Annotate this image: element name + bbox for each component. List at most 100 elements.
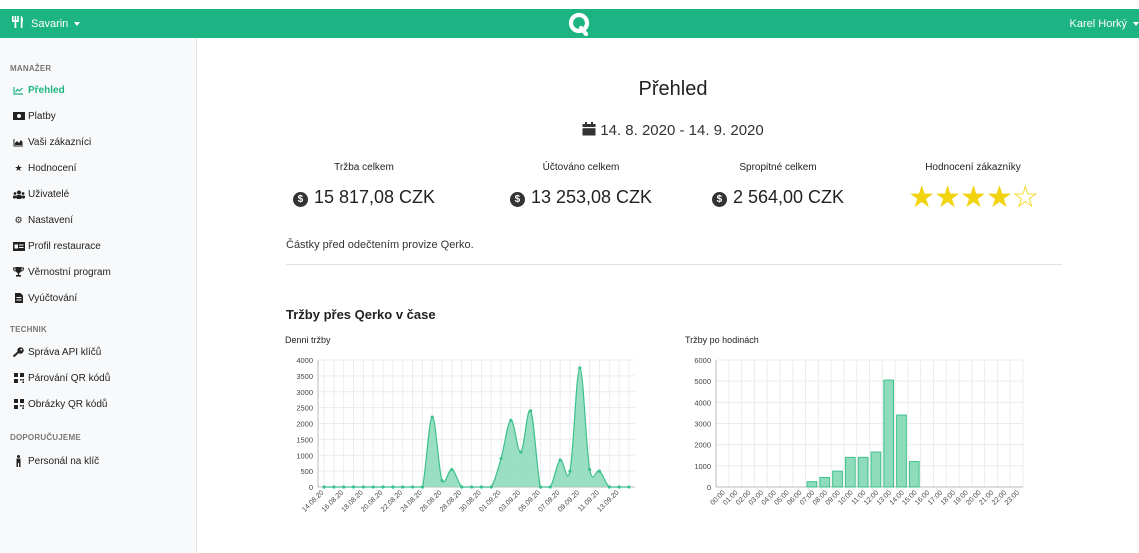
trophy-icon	[12, 267, 25, 277]
y-tick-label: 3000	[296, 388, 313, 397]
data-point	[430, 415, 434, 419]
coins-icon: $	[509, 192, 525, 207]
data-point	[469, 485, 474, 489]
sidebar-item-vernostni[interactable]: Věrnostní program	[12, 265, 111, 279]
key-icon	[12, 347, 25, 357]
x-tick-label: 23:00	[1004, 489, 1021, 506]
data-point	[361, 485, 365, 489]
users-icon	[12, 190, 25, 199]
stat-trzba-celkem: Tržba celkem $15 817,08 CZK	[284, 162, 444, 208]
sidebar-item-vyuctovani[interactable]: Vyúčtování	[12, 291, 77, 305]
star-filled-icon: ★	[934, 181, 961, 214]
sidebar-item-label: Správa API klíčů	[28, 346, 102, 358]
y-tick-label: 1000	[296, 451, 313, 460]
sidebar-item-label: Párování QR kódů	[28, 372, 111, 384]
utensils-icon	[11, 15, 25, 32]
date-range-text: 14. 8. 2020 - 14. 9. 2020	[600, 122, 764, 139]
calendar-icon	[582, 122, 600, 139]
stat-label: Účtováno celkem	[542, 162, 620, 173]
main-content: Přehled 14. 8. 2020 - 14. 9. 2020 Tržba …	[198, 38, 1139, 553]
sidebar-item-nastaveni[interactable]: ⚙ Nastavení	[12, 213, 73, 227]
data-point	[322, 485, 326, 489]
sidebar-item-hodnoceni[interactable]: ★ Hodnocení	[12, 161, 76, 175]
y-tick-label: 6000	[694, 356, 711, 365]
cogs-icon: ⚙	[14, 214, 23, 225]
y-tick-label: 500	[300, 467, 313, 476]
date-range-picker[interactable]: 14. 8. 2020 - 14. 9. 2020	[198, 122, 1139, 139]
bar	[896, 414, 907, 488]
y-tick-label: 5000	[694, 377, 711, 386]
sidebar-item-label: Profil restaurace	[28, 240, 101, 252]
user-menu[interactable]: Karel Horký	[1070, 9, 1139, 38]
y-tick-label: 3000	[694, 420, 711, 429]
stat-label: Hodnocení zákazníky	[925, 162, 1021, 173]
chevron-down-icon	[1133, 21, 1139, 26]
stat-label: Tržba celkem	[334, 162, 394, 173]
data-point	[529, 409, 533, 413]
bar	[844, 456, 856, 488]
top-navbar: Savarin Karel Horký	[0, 9, 1139, 38]
data-point	[627, 485, 631, 489]
restaurant-name: Savarin	[31, 17, 69, 30]
rating-stars: ★★★★☆	[898, 183, 1048, 213]
data-point	[588, 467, 592, 472]
stat-value: 15 817,08 CZK	[313, 187, 436, 207]
sidebar-item-label: Přehled	[28, 84, 65, 96]
y-tick-label: 2500	[296, 404, 313, 413]
sidebar-item-label: Vaši zákazníci	[28, 136, 92, 148]
restaurant-switcher[interactable]: Savarin	[11, 9, 81, 38]
id-card-icon	[12, 241, 25, 251]
sidebar-item-profil[interactable]: Profil restaurace	[12, 239, 101, 253]
sidebar: MANAŽER Přehled Platby Vaši zákazníci ★ …	[0, 38, 197, 553]
sidebar-item-api-klice[interactable]: Správa API klíčů	[12, 345, 101, 359]
provision-note: Částky před odečtením provize Qerko.	[286, 239, 474, 251]
stat-value: 13 253,08 CZK	[530, 187, 653, 207]
y-tick-label: 1500	[296, 435, 313, 444]
sidebar-item-personal[interactable]: Personál na klíč	[12, 454, 99, 468]
user-name: Karel Horký	[1069, 17, 1127, 30]
qerko-logo[interactable]	[568, 12, 590, 37]
data-point	[607, 485, 611, 489]
chart-area-icon	[12, 138, 25, 147]
data-point	[332, 485, 336, 489]
data-point	[479, 485, 484, 489]
sidebar-item-label: Vyúčtování	[28, 292, 78, 304]
star-filled-icon: ★	[985, 181, 1013, 214]
x-tick-label: 13.09.20	[596, 489, 620, 513]
sidebar-item-parovani-qr[interactable]: Párování QR kódů	[12, 371, 110, 385]
sidebar-section-manazer: MANAŽER	[10, 64, 52, 73]
data-point	[509, 418, 513, 422]
hourly-chart-title: Tržby po hodinách	[685, 335, 759, 345]
sidebar-item-label: Hodnocení	[28, 162, 77, 174]
star-filled-icon: ★	[960, 181, 987, 214]
data-point	[440, 479, 444, 483]
data-point	[499, 456, 503, 461]
sidebar-section-technik: TECHNIK	[10, 325, 47, 334]
chevron-down-icon	[74, 21, 81, 26]
sidebar-item-zakaznici[interactable]: Vaši zákazníci	[12, 135, 91, 149]
data-point	[351, 485, 356, 489]
sidebar-item-prehled[interactable]: Přehled	[12, 83, 65, 97]
data-point	[410, 485, 415, 489]
bar	[832, 470, 843, 488]
data-point	[381, 485, 385, 489]
data-point	[450, 467, 454, 472]
coins-icon: $	[711, 192, 727, 207]
data-point	[371, 485, 375, 489]
y-tick-label: 4000	[694, 398, 711, 407]
y-tick-label: 3500	[296, 372, 313, 381]
sidebar-item-label: Věrnostní program	[28, 266, 111, 278]
stat-label: Spropitné celkem	[739, 162, 817, 173]
daily-chart-title: Denni tržby	[285, 335, 331, 345]
bar	[908, 461, 920, 488]
sidebar-item-label: Nastavení	[28, 214, 74, 226]
data-point	[578, 366, 582, 370]
bar	[857, 456, 869, 488]
sidebar-item-uzivatele[interactable]: Uživatelé	[12, 187, 69, 201]
y-tick-label: 2000	[694, 441, 711, 450]
y-tick-label: 0	[707, 483, 711, 492]
sidebar-item-obrazky-qr[interactable]: Obrázky QR kódů	[12, 397, 107, 411]
star-filled-icon: ★	[908, 181, 935, 214]
sidebar-item-platby[interactable]: Platby	[12, 109, 56, 123]
qrcode-icon	[12, 373, 25, 383]
